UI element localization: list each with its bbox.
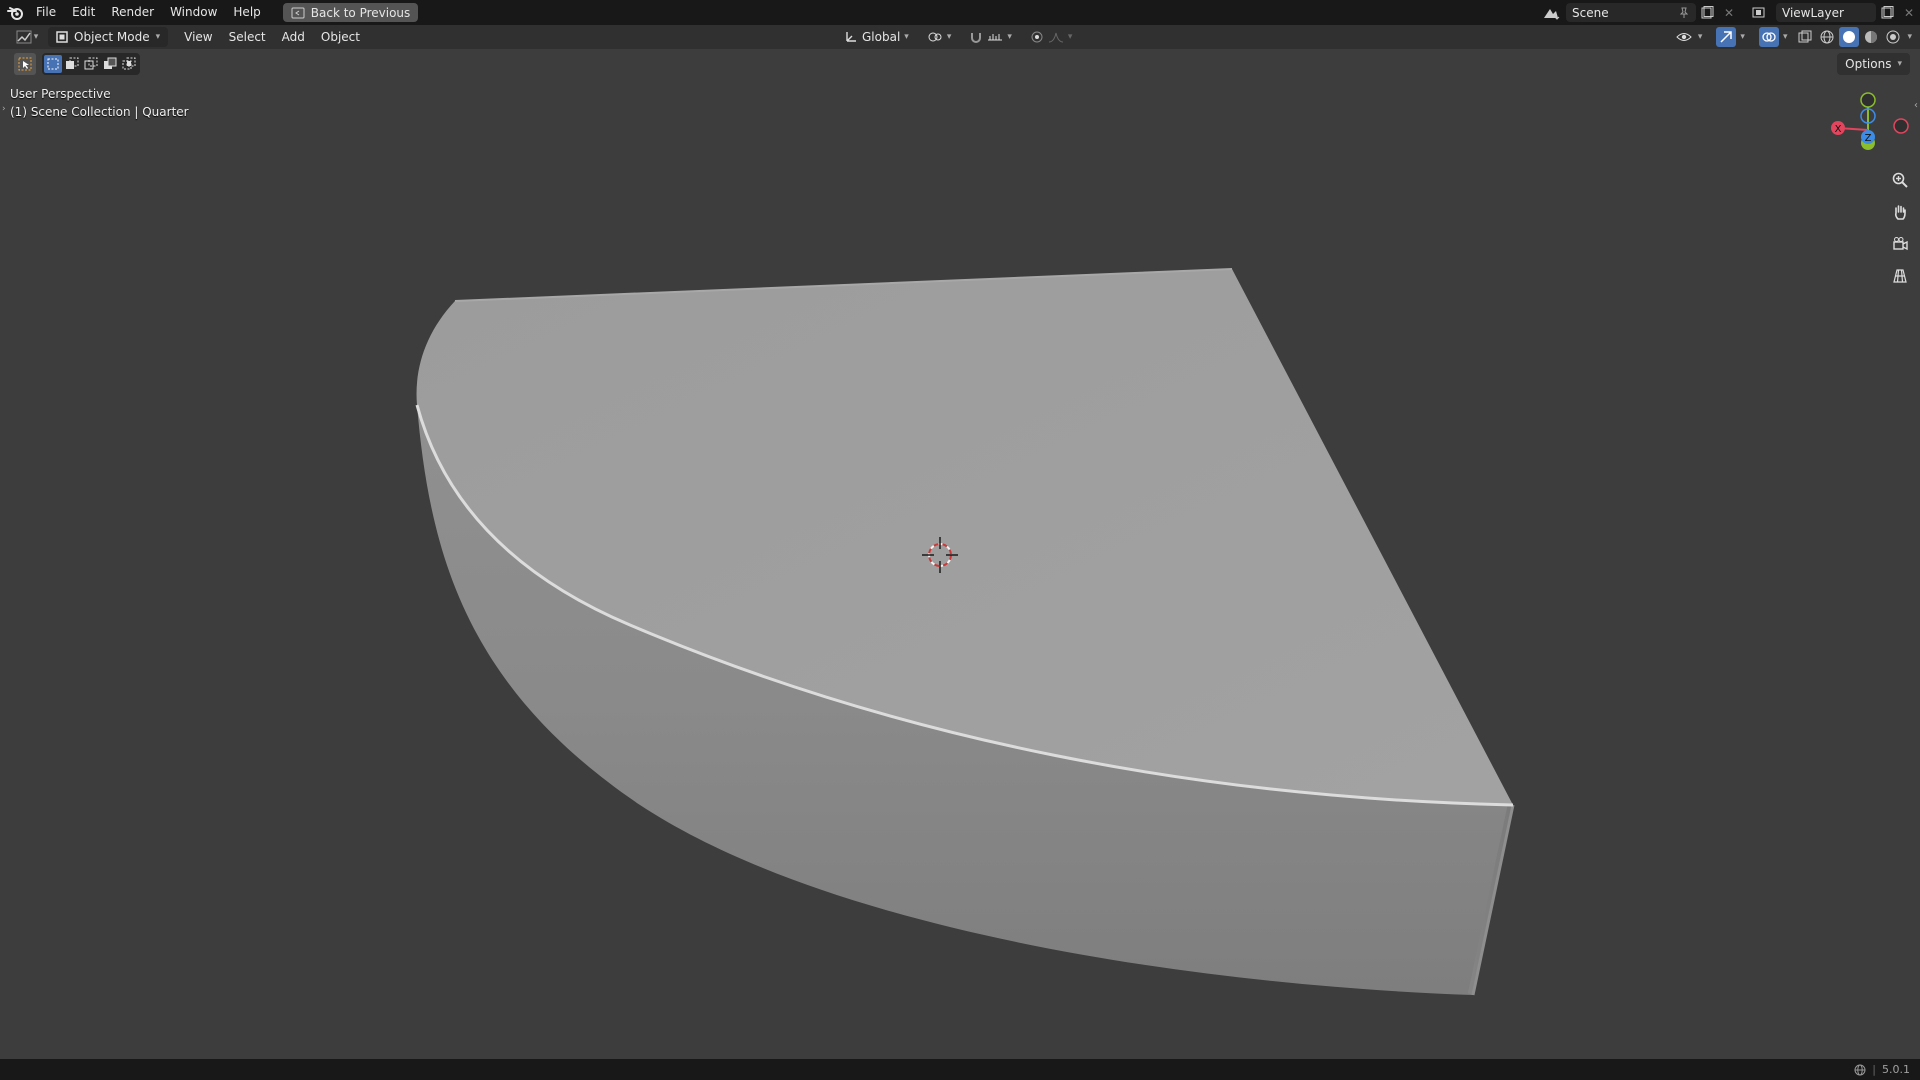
gizmos-dropdown[interactable]: ▾	[1710, 27, 1751, 47]
perspective-label: User Perspective	[10, 87, 111, 101]
menu-view[interactable]: View	[176, 25, 220, 49]
eye-icon	[1676, 33, 1692, 41]
back-to-previous-label: Back to Previous	[310, 5, 411, 20]
proportional-edit-icon	[1031, 31, 1043, 43]
menu-help[interactable]: Help	[225, 0, 268, 25]
viewport-nav-buttons	[1888, 168, 1912, 288]
pan-hand-icon[interactable]	[1888, 200, 1912, 224]
chevron-down-icon: ▾	[155, 32, 161, 42]
view-layer-name: ViewLayer	[1782, 5, 1844, 20]
topbar-right: Scene ✕ ViewLayer ✕	[1540, 0, 1920, 25]
overlays-dropdown[interactable]: ▾	[1752, 27, 1794, 47]
scene-name: Scene	[1572, 5, 1609, 20]
mode-label: Object Mode	[74, 30, 150, 44]
zoom-icon[interactable]	[1888, 168, 1912, 192]
new-view-layer-icon[interactable]	[1876, 3, 1898, 22]
viewport-header: ▾ Object Mode ▾ View Select Add Object G…	[0, 25, 1920, 49]
gizmo-z-label: Z	[1865, 133, 1872, 144]
wireframe-shading-icon[interactable]	[1817, 27, 1837, 47]
scene-browse-icon[interactable]	[1540, 3, 1562, 22]
new-scene-icon[interactable]	[1696, 3, 1718, 22]
chevron-down-icon: ▾	[1697, 32, 1703, 42]
chevron-down-icon: ▾	[33, 32, 39, 42]
blender-logo-icon[interactable]	[2, 0, 28, 25]
orientation-label: Global	[862, 30, 901, 44]
version-label: 5.0.1	[1882, 1063, 1910, 1076]
viewport-display-tools: ▾ ▾ ▾ ▾	[1669, 25, 1912, 49]
camera-view-icon[interactable]	[1888, 232, 1912, 256]
chevron-down-icon: ▾	[946, 32, 952, 42]
pin-icon[interactable]	[1678, 7, 1690, 19]
status-bar: | 5.0.1	[0, 1059, 1920, 1080]
chevron-down-icon: ▾	[1007, 32, 1012, 42]
chevron-down-icon: ▾	[1782, 32, 1788, 42]
visibility-dropdown[interactable]: ▾	[1669, 27, 1709, 47]
solid-shading-icon[interactable]	[1839, 27, 1860, 47]
pivot-point-dropdown[interactable]: ▾	[920, 27, 958, 47]
gizmo-x-label: X	[1835, 124, 1842, 135]
rendered-shading-icon[interactable]	[1883, 27, 1903, 47]
scene-selector[interactable]: Scene	[1566, 3, 1696, 22]
editor-type-button[interactable]: ▾	[10, 27, 44, 47]
navigation-gizmo[interactable]: X Z	[1800, 85, 1920, 165]
back-to-previous-button[interactable]: Back to Previous	[282, 3, 419, 22]
snap-increment-icon	[988, 34, 1003, 41]
menu-render[interactable]: Render	[103, 0, 162, 25]
gizmo-toggle-icon[interactable]	[1716, 27, 1737, 47]
menu-file[interactable]: File	[28, 0, 64, 25]
chevron-down-icon: ▾	[1067, 32, 1073, 42]
object-mode-icon	[56, 31, 68, 43]
expand-chevron-icon[interactable]: ›	[2, 104, 6, 114]
viewport-info: User Perspective (1) Scene Collection | …	[10, 85, 189, 121]
transform-orientation-dropdown[interactable]: Global ▾	[838, 27, 915, 47]
chevron-down-icon: ▾	[904, 32, 909, 42]
back-icon	[291, 7, 305, 18]
view-layer-browse-icon[interactable]	[1750, 3, 1772, 22]
3d-viewport[interactable]	[0, 49, 1920, 1059]
menu-add[interactable]: Add	[274, 25, 313, 49]
menu-object[interactable]: Object	[313, 25, 368, 49]
editor-type-icon	[16, 30, 32, 44]
falloff-curve-icon	[1048, 32, 1063, 43]
view-layer-selector[interactable]: ViewLayer	[1776, 3, 1876, 22]
collection-label: (1) Scene Collection | Quarter	[10, 105, 189, 119]
gizmo-y-axis[interactable]	[1860, 92, 1876, 108]
menu-select[interactable]: Select	[221, 25, 274, 49]
chevron-down-icon: ▾	[1740, 32, 1745, 42]
snap-magnet-icon	[971, 33, 982, 43]
xray-toggle-icon[interactable]	[1795, 27, 1815, 47]
orientation-axes-icon	[846, 32, 856, 42]
proportional-editing-dropdown[interactable]: ▾	[1023, 27, 1079, 47]
snap-dropdown[interactable]: ▾	[963, 27, 1018, 47]
menu-window[interactable]: Window	[162, 0, 225, 25]
delete-scene-icon[interactable]: ✕	[1718, 3, 1740, 22]
menu-edit[interactable]: Edit	[64, 0, 103, 25]
transform-tools: Global ▾ ▾ ▾ ▾	[838, 25, 1079, 49]
top-menu-bar: File Edit Render Window Help Back to Pre…	[0, 0, 1920, 25]
version-info: | 5.0.1	[1854, 1063, 1910, 1076]
shading-options-chevron-icon[interactable]: ▾	[1907, 32, 1912, 42]
perspective-toggle-icon[interactable]	[1888, 264, 1912, 288]
material-preview-icon[interactable]	[1861, 27, 1881, 47]
overlays-toggle-icon[interactable]	[1758, 27, 1779, 47]
mode-dropdown[interactable]: Object Mode ▾	[48, 27, 169, 47]
network-globe-icon	[1854, 1064, 1866, 1075]
pivot-icon	[928, 32, 942, 42]
gizmo-neg-x[interactable]	[1893, 118, 1909, 134]
delete-view-layer-icon[interactable]: ✕	[1898, 3, 1920, 22]
